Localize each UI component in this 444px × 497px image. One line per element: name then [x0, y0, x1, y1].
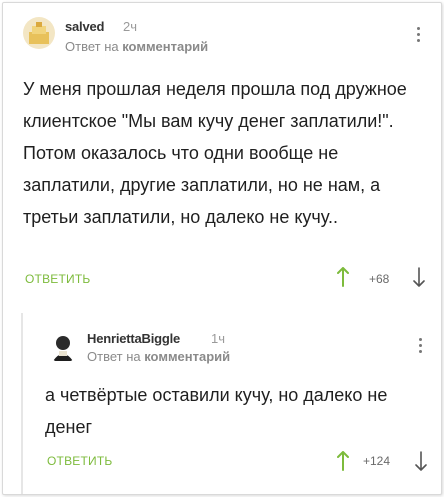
comment-paragraph: У меня прошлая неделя прошла под дружное… [23, 79, 407, 131]
avatar[interactable] [47, 331, 79, 363]
reply-to-link[interactable]: комментарий [144, 349, 230, 364]
downvote-arrow-icon[interactable] [413, 267, 425, 292]
comment-paragraph: а четвёртые оставили кучу, но далеко не … [45, 385, 388, 437]
comments-panel: salved 2ч Ответ на комментарий У меня пр… [2, 2, 442, 495]
rating-score: +124 [363, 454, 391, 468]
avatar-image [47, 331, 79, 363]
timestamp: 2ч [123, 19, 138, 34]
reply-to-line: Ответ на комментарий [87, 349, 230, 364]
reply-to-prefix: Ответ на [87, 349, 145, 364]
reply-button[interactable]: ОТВЕТИТЬ [47, 454, 112, 468]
reply-to-line: Ответ на комментарий [65, 39, 208, 54]
reply-to-prefix: Ответ на [65, 39, 123, 54]
timestamp: 1ч [211, 331, 226, 346]
rating-score: +68 [369, 272, 390, 286]
upvote-arrow-icon[interactable] [337, 267, 349, 292]
comment-body: У меня прошлая неделя прошла под дружное… [23, 73, 433, 233]
reply-to-link[interactable]: комментарий [122, 39, 208, 54]
more-icon[interactable] [415, 27, 421, 42]
downvote-arrow-icon[interactable] [415, 451, 427, 476]
username[interactable]: salved [65, 19, 104, 34]
username[interactable]: HenriettaBiggle [87, 331, 180, 346]
upvote-arrow-icon[interactable] [337, 451, 349, 476]
nested-reply: HenriettaBiggle 1ч Ответ на комментарий … [21, 313, 441, 494]
comment-paragraph: Потом оказалось что одни вообще не запла… [23, 143, 381, 227]
comment-body: а четвёртые оставили кучу, но далеко не … [45, 379, 435, 443]
avatar[interactable] [23, 17, 55, 49]
more-icon[interactable] [417, 338, 423, 353]
avatar-image [23, 17, 55, 49]
reply-button[interactable]: ОТВЕТИТЬ [25, 272, 90, 286]
